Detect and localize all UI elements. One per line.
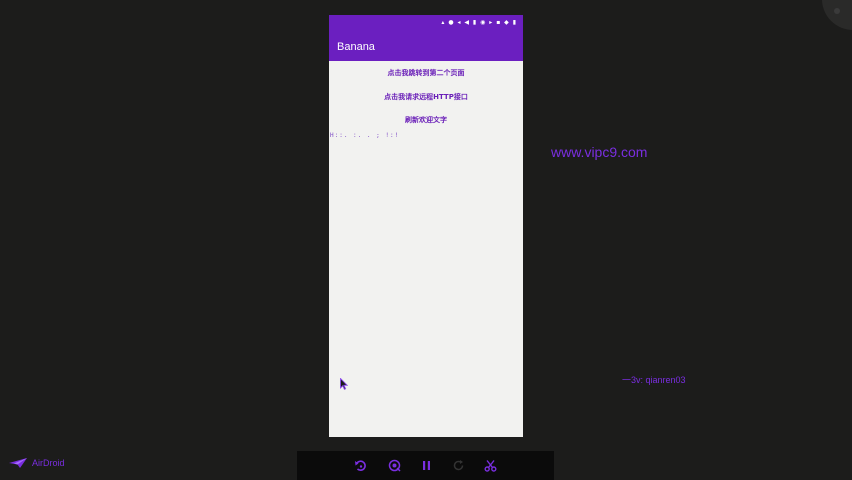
control-bar xyxy=(297,451,554,480)
scissors-icon[interactable] xyxy=(484,459,497,472)
airdroid-logo-icon xyxy=(9,458,27,468)
close-dot-icon xyxy=(834,8,840,14)
close-corner-button[interactable] xyxy=(822,0,852,30)
watermark-contact: 一3v: qianren03 xyxy=(622,375,686,385)
pause-icon[interactable] xyxy=(420,459,433,472)
refresh-welcome-button[interactable]: 刷新欢迎文字 xyxy=(329,115,523,125)
refresh-icon[interactable] xyxy=(452,459,465,472)
watermark-url: www.vipc9.com xyxy=(551,144,648,160)
brand: AirDroid xyxy=(8,456,65,470)
go-second-page-button[interactable]: 点击我跳转到第二个页面 xyxy=(329,68,523,78)
screen-record-icon[interactable] xyxy=(388,459,401,472)
phone-screen: ▴ ● ◂ ◀ ▮ ◉ ▸ ▪ ◆ ▮ Banana 点击我跳转到第二个页面 点… xyxy=(329,15,523,437)
mouse-cursor-icon xyxy=(340,378,348,390)
request-http-button[interactable]: 点击我请求远程HTTP接口 xyxy=(329,92,523,102)
status-icons: ▴ ● ◂ ◀ ▮ ◉ ▸ ▪ ◆ ▮ xyxy=(441,19,517,26)
app-bar: Banana xyxy=(329,34,523,61)
rotate-left-icon[interactable] xyxy=(354,459,367,472)
app-title: Banana xyxy=(337,41,375,53)
brand-name: AirDroid xyxy=(32,458,65,468)
result-text: H::. :. . ; !:! xyxy=(330,132,400,139)
status-bar: ▴ ● ◂ ◀ ▮ ◉ ▸ ▪ ◆ ▮ xyxy=(329,15,523,34)
screen-mirror-window: ▴ ● ◂ ◀ ▮ ◉ ▸ ▪ ◆ ▮ Banana 点击我跳转到第二个页面 点… xyxy=(0,0,852,480)
